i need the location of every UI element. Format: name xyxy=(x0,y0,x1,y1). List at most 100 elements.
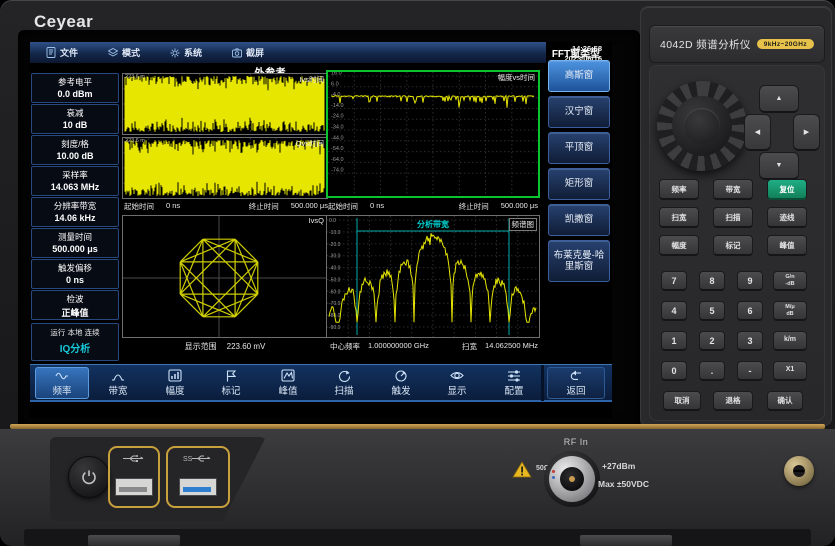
param-meas-time[interactable]: 测量时间 500.000 μs xyxy=(31,228,119,258)
toolbar-amplitude[interactable]: 幅度 xyxy=(148,367,202,399)
svg-text:-50.0: -50.0 xyxy=(329,277,341,283)
fft-btn-kaiser[interactable]: 凯撒窗 xyxy=(548,204,610,236)
hw-key-reset[interactable]: 复位 xyxy=(767,179,807,200)
param-attenuation[interactable]: 衰减 10 dB xyxy=(31,104,119,134)
rf-in-label: RF In xyxy=(546,437,606,447)
arrow-right-key[interactable]: ▶ xyxy=(793,114,820,151)
fft-btn-blackman-harris[interactable]: 布莱克曼-哈里斯窗 xyxy=(548,240,610,282)
arrow-down-key[interactable]: ▼ xyxy=(759,152,799,180)
key-cancel[interactable]: 取消 xyxy=(663,391,701,411)
menu-screenshot[interactable]: 截屏 xyxy=(232,46,264,59)
iq-plot-title: IvsQ xyxy=(309,216,324,225)
key-9[interactable]: 9 xyxy=(737,271,763,291)
toolbar-trigger[interactable]: 触发 xyxy=(374,367,428,399)
key-7[interactable]: 7 xyxy=(661,271,687,291)
toolbar-display[interactable]: 显示 xyxy=(430,367,484,399)
amplitude-icon xyxy=(168,369,182,382)
menu-system[interactable]: 系统 xyxy=(170,46,202,59)
plot-i-vs-q[interactable]: IvsQ xyxy=(122,215,328,338)
plot-i-vs-time[interactable]: 223.6 m Ivs时间 xyxy=(122,73,328,135)
key-decimal[interactable]: . xyxy=(699,361,725,381)
menu-mode[interactable]: 模式 xyxy=(108,46,140,59)
toolbar-marker[interactable]: 标记 xyxy=(204,367,258,399)
constellation-trace xyxy=(123,216,327,337)
usb3-receptacle xyxy=(179,478,217,496)
q-plot-title: Qvs时间 xyxy=(296,138,324,149)
display-range-row: 显示范围223.60 mV xyxy=(122,341,328,352)
plot-spectrum[interactable]: 分析带宽 频谱图 0.0-10.0-20.0-30.0-40.0-50.0-60… xyxy=(326,215,540,338)
svg-text:-30.0: -30.0 xyxy=(329,254,341,260)
svg-text:-54.0: -54.0 xyxy=(331,146,344,152)
spectrum-plot-title: 频谱图 xyxy=(509,218,538,231)
toolbar-config[interactable]: 配置 xyxy=(487,367,541,399)
param-detector[interactable]: 检波 正峰值 xyxy=(31,290,119,320)
key-5[interactable]: 5 xyxy=(699,301,725,321)
fft-btn-rectangular[interactable]: 矩形窗 xyxy=(548,168,610,200)
amplitude-trace: 16.06.0-4.0-14.0-24.0-34.0-44.0-54.0-64.… xyxy=(328,72,538,196)
bandwidth-icon xyxy=(111,369,125,382)
toolbar-bandwidth[interactable]: 带宽 xyxy=(91,367,145,399)
hw-key-sweep[interactable]: 扫描 xyxy=(713,207,753,228)
hw-key-trace[interactable]: 迹线 xyxy=(767,207,807,228)
arrow-left-key[interactable]: ◀ xyxy=(744,114,771,151)
i-trace xyxy=(123,74,327,134)
usb2-port-block[interactable] xyxy=(108,446,160,508)
file-icon xyxy=(46,47,56,58)
param-ref-level[interactable]: 参考电平 0.0 dBm xyxy=(31,73,119,103)
screenshot-camera-icon xyxy=(232,48,242,58)
usb3-port-block[interactable]: SS xyxy=(166,446,230,508)
key-enter[interactable]: 确认 xyxy=(767,391,803,411)
toolbar-frequency[interactable]: 频率 xyxy=(35,367,89,399)
fft-btn-flattop[interactable]: 平顶窗 xyxy=(548,132,610,164)
arrow-up-key[interactable]: ▲ xyxy=(759,85,799,113)
key-unit-giga[interactable]: G/n -dB xyxy=(773,271,807,291)
power-icon xyxy=(81,469,97,485)
toolbar-back-button[interactable]: 返回 xyxy=(547,367,605,399)
svg-text:-60.0: -60.0 xyxy=(329,289,341,295)
left-arrow-icon: ◀ xyxy=(755,128,760,136)
key-2[interactable]: 2 xyxy=(699,331,725,351)
key-1[interactable]: 1 xyxy=(661,331,687,351)
param-scale-div[interactable]: 刻度/格 10.00 dB xyxy=(31,135,119,165)
key-6[interactable]: 6 xyxy=(737,301,763,321)
hw-key-marker[interactable]: 标记 xyxy=(713,235,753,256)
key-unit-kilo[interactable]: k/m xyxy=(773,331,807,351)
mode-label: IQ分析 xyxy=(32,340,118,355)
menubar: 文件 模式 系统 截屏 xyxy=(30,42,546,63)
up-arrow-icon: ▲ xyxy=(776,95,783,102)
plot-amp-vs-time[interactable]: 幅度vs时间 16.06.0-4.0-14.0-24.0-34.0-44.0-5… xyxy=(326,70,540,198)
svg-text:-24.0: -24.0 xyxy=(331,114,344,120)
hw-key-frequency[interactable]: 频率 xyxy=(659,179,699,200)
key-8[interactable]: 8 xyxy=(699,271,725,291)
param-trigger-offset[interactable]: 触发偏移 0 ns xyxy=(31,259,119,289)
key-3[interactable]: 3 xyxy=(737,331,763,351)
brand-logo: Ceyear xyxy=(34,12,93,32)
key-backspace[interactable]: 退格 xyxy=(713,391,753,411)
spectrum-trace: 0.0-10.0-20.0-30.0-40.0-50.0-60.0-70.0-8… xyxy=(327,216,539,337)
fft-btn-gaussian[interactable]: 高斯窗 xyxy=(548,60,610,92)
hw-key-peak[interactable]: 峰值 xyxy=(767,235,807,256)
toolbar-sweep[interactable]: 扫描 xyxy=(317,367,371,399)
fft-btn-hanning[interactable]: 汉宁窗 xyxy=(548,96,610,128)
rotary-knob-cap xyxy=(684,108,720,144)
hw-key-span[interactable]: 扫宽 xyxy=(659,207,699,228)
model-plate: 4042D 频谱分析仪 9kHz~20GHz xyxy=(649,25,825,63)
usb-icon xyxy=(122,454,146,463)
power-button[interactable] xyxy=(68,456,110,498)
menu-file[interactable]: 文件 xyxy=(46,46,78,59)
hw-key-bandwidth[interactable]: 带宽 xyxy=(713,179,753,200)
right-arrow-icon: ▶ xyxy=(804,128,809,136)
run-status-box[interactable]: 运行 本地 连续 IQ分析 xyxy=(31,323,119,361)
param-sample-rate[interactable]: 采样率 14.063 MHz xyxy=(31,166,119,196)
analysis-band-label: 分析带宽 xyxy=(327,219,539,230)
param-rbw[interactable]: 分辨率带宽 14.06 kHz xyxy=(31,197,119,227)
plot-q-vs-time[interactable]: 223.6 m Qvs时间 xyxy=(122,137,328,199)
hw-key-amplitude[interactable]: 幅度 xyxy=(659,235,699,256)
key-x1[interactable]: X1 xyxy=(773,361,807,381)
toolbar-peak[interactable]: 峰值 xyxy=(261,367,315,399)
key-unit-mega[interactable]: M/μ dB xyxy=(773,301,807,321)
key-0[interactable]: 0 xyxy=(661,361,687,381)
key-4[interactable]: 4 xyxy=(661,301,687,321)
key-minus[interactable]: - xyxy=(737,361,763,381)
svg-text:-64.0: -64.0 xyxy=(331,157,344,163)
